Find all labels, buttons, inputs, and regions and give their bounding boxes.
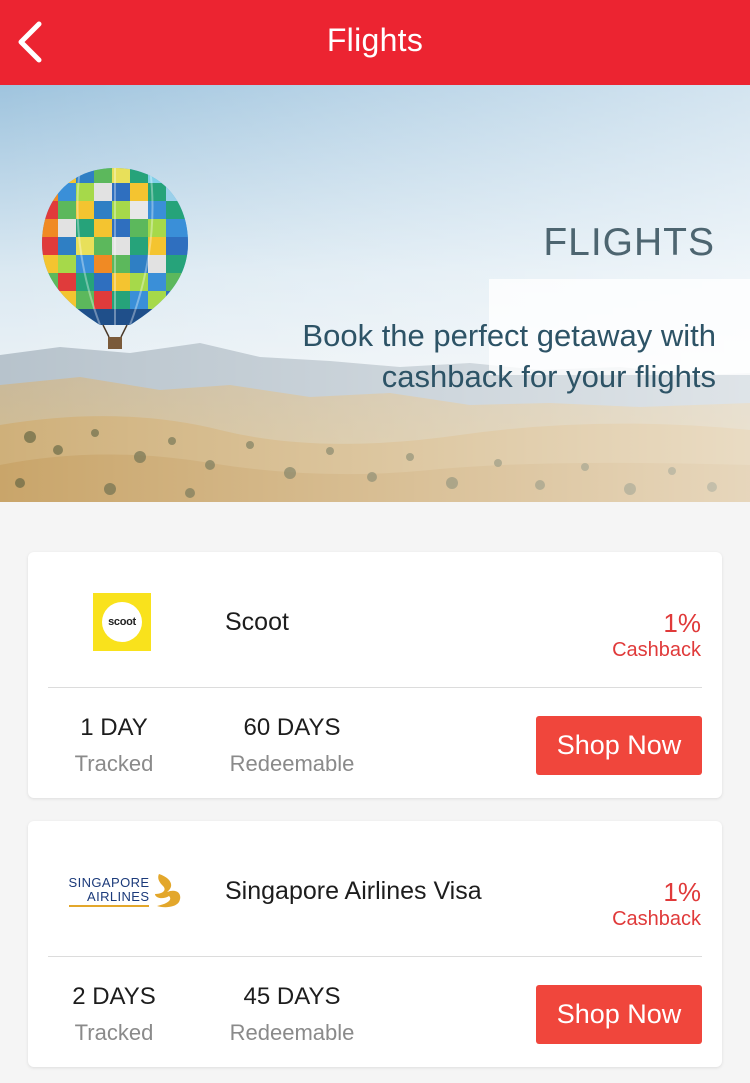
- tracked-stat: 2 DAYS Tracked: [48, 983, 180, 1046]
- sia-bird-icon: [155, 874, 181, 908]
- cashback-rate: 1%: [663, 608, 701, 638]
- redeemable-label: Redeemable: [229, 1020, 355, 1045]
- cashback-label: Cashback: [612, 908, 701, 930]
- tracked-value: 1 DAY: [80, 714, 148, 741]
- scoot-logo-text: scoot: [102, 602, 142, 642]
- tracked-stat: 1 DAY Tracked: [48, 714, 180, 777]
- merchant-name: Scoot: [225, 608, 289, 636]
- tracked-value: 2 DAYS: [72, 983, 156, 1010]
- redeemable-value: 45 DAYS: [243, 983, 341, 1010]
- page-title: Flights: [326, 22, 424, 58]
- singapore-airlines-logo: SINGAPORE AIRLINES: [68, 872, 186, 910]
- redeemable-stat: 45 DAYS Redeemable: [213, 983, 371, 1046]
- hero-banner: FLIGHTS Book the perfect getaway with ca…: [0, 85, 750, 502]
- top-bar: Flights: [0, 0, 750, 85]
- redeemable-label: Redeemable: [229, 751, 355, 776]
- cashback-rate: 1%: [663, 877, 701, 907]
- merchant-card-singapore-airlines[interactable]: SINGAPORE AIRLINES Singapore Airlines Vi…: [28, 821, 722, 1067]
- redeemable-value: 60 DAYS: [243, 714, 341, 741]
- tracked-label: Tracked: [74, 1020, 154, 1045]
- sia-logo-line2: AIRLINES: [87, 888, 150, 904]
- merchant-name: Singapore Airlines Visa: [225, 877, 482, 905]
- hero-badge: FLIGHTS: [543, 221, 715, 264]
- sia-logo-line1: SINGAPORE: [68, 874, 150, 890]
- merchant-card-scoot[interactable]: scoot Scoot 1% Cashback 1 DAY Tracked 60…: [28, 552, 722, 798]
- shop-now-button[interactable]: Shop Now: [536, 985, 702, 1044]
- cashback-label: Cashback: [612, 639, 701, 661]
- shop-now-button[interactable]: Shop Now: [536, 716, 702, 775]
- card-divider: [48, 687, 702, 688]
- tracked-label: Tracked: [74, 751, 154, 776]
- hero-tagline: Book the perfect getaway with cashback f…: [302, 318, 716, 394]
- merchant-logo: SINGAPORE AIRLINES: [62, 845, 192, 937]
- merchant-logo: scoot: [66, 576, 178, 668]
- redeemable-stat: 60 DAYS Redeemable: [213, 714, 371, 777]
- scoot-logo: scoot: [93, 593, 151, 651]
- card-divider: [48, 956, 702, 957]
